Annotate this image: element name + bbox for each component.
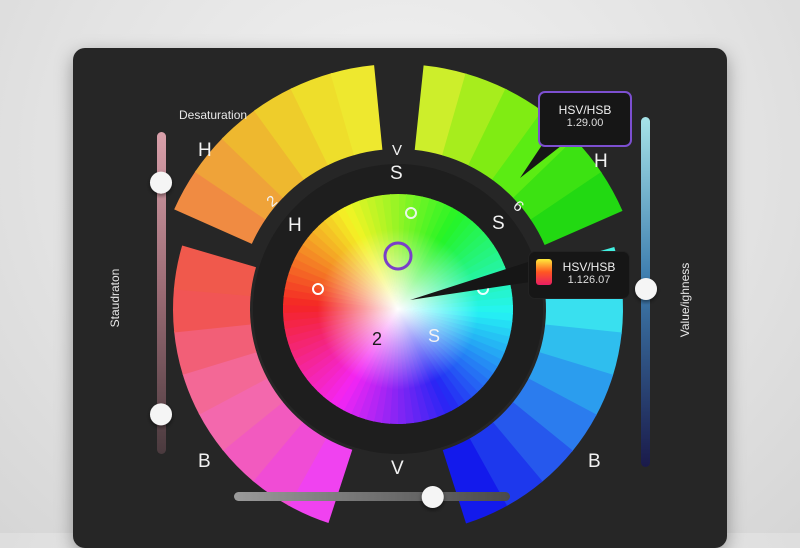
- wheel-label-s: S: [428, 326, 441, 346]
- s-label-inner-right: S: [492, 213, 505, 234]
- saturation-slider-lower-handle[interactable]: [150, 403, 172, 426]
- bottom-value-slider-track[interactable]: [234, 492, 510, 501]
- value-vertical-label: Value/ighness: [678, 262, 692, 338]
- h-label-inner-left: H: [288, 215, 302, 236]
- v-label-bottom: V: [391, 458, 404, 479]
- hue-ring-segment[interactable]: [173, 245, 257, 297]
- hsv-tooltip-mid-value: 1.126.07: [567, 274, 611, 286]
- selected-color-swatch: [536, 259, 552, 285]
- h-label-right: H: [594, 151, 608, 172]
- hsv-tooltip-top-value: 1.29.00: [566, 117, 604, 129]
- saturation-vertical-label: Staudraton: [108, 268, 122, 328]
- b-label-right: B: [588, 451, 601, 472]
- b-label-left: B: [198, 451, 211, 472]
- hsv-tooltip-top-title: HSV/HSB: [558, 103, 612, 117]
- value-slider-handle[interactable]: [635, 278, 657, 300]
- hsv-tooltip-top: HSV/HSB 1.29.00: [538, 91, 632, 147]
- s-label-top: S: [390, 163, 403, 184]
- h-label-top-left: H: [198, 140, 212, 161]
- hsv-tooltip-mid-title: HSV/HSB: [562, 260, 616, 274]
- saturation-slider-upper-handle[interactable]: [150, 171, 172, 194]
- v-label-top: V: [392, 142, 403, 159]
- wheel-label-2: 2: [372, 329, 383, 349]
- bottom-value-slider-handle[interactable]: [421, 486, 444, 508]
- desaturation-label: Desaturation: [179, 108, 248, 122]
- color-wheel-center-light: [283, 194, 513, 424]
